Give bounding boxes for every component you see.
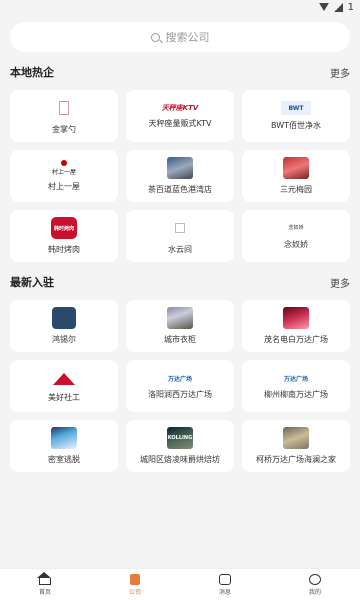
company-card[interactable]: 念奴娇 念奴娇 <box>242 210 350 262</box>
new-company-grid: 鸿锡尔 城市衣柜 茂名电白万达广场 美好社工 万达广场 洛阳涧西万达广场 万达广… <box>0 300 360 472</box>
company-card[interactable]: 茂名电白万达广场 <box>242 300 350 352</box>
bakery-photo: KOLLING <box>167 427 193 449</box>
more-link[interactable]: 更多 <box>330 65 350 80</box>
jinzhangshao-logo <box>59 101 69 115</box>
company-name: 美好社工 <box>48 393 80 402</box>
tab-home[interactable]: 首页 <box>0 569 90 600</box>
company-name: 天秤座量贩式KTV <box>148 119 212 128</box>
tab-messages[interactable]: 消息 <box>180 569 270 600</box>
cunshang-logo: 村上一屋 <box>52 160 76 176</box>
local-company-grid: 金掌勺 天秤座KTV 天秤座量贩式KTV BWT BWT佰世净水 村上一屋 村上… <box>0 90 360 262</box>
wanda-logo: 万达广场 <box>167 375 192 383</box>
company-name: 鸿锡尔 <box>52 335 76 344</box>
bwt-logo: BWT <box>281 101 311 115</box>
status-bar: 1 <box>0 0 360 14</box>
company-card[interactable]: 金掌勺 <box>10 90 118 142</box>
tab-company[interactable]: 公司 <box>90 569 180 600</box>
company-card[interactable]: KOLLING 城阳区烙凌味爵烘焙坊 <box>126 420 234 472</box>
tab-label: 消息 <box>218 588 231 596</box>
company-card[interactable]: 柯桥万达广场海澜之家 <box>242 420 350 472</box>
hongxier-logo <box>52 307 76 329</box>
company-name: 金掌勺 <box>52 125 76 134</box>
chengshi-photo <box>167 307 193 329</box>
section-title: 最新入驻 <box>10 276 54 289</box>
person-icon <box>309 573 321 585</box>
sanyuan-photo <box>283 157 309 179</box>
niannujiao-logo: 念奴娇 <box>288 225 304 231</box>
company-name: 柳州柳南万达广场 <box>264 390 328 399</box>
company-card[interactable]: 万达广场 洛阳涧西万达广场 <box>126 360 234 412</box>
company-card[interactable]: 天秤座KTV 天秤座量贩式KTV <box>126 90 234 142</box>
shuiyunjian-logo <box>175 223 185 233</box>
company-card[interactable]: BWT BWT佰世净水 <box>242 90 350 142</box>
company-name: 念奴娇 <box>284 240 308 249</box>
signal-icon <box>333 2 343 12</box>
search-icon <box>150 32 160 42</box>
wanda-logo: 万达广场 <box>283 375 308 383</box>
company-icon <box>130 573 140 585</box>
company-card[interactable]: 村上一屋 村上一屋 <box>10 150 118 202</box>
company-name: BWT佰世净水 <box>271 121 321 130</box>
search-placeholder: 搜索公司 <box>165 31 210 44</box>
company-name: 水云间 <box>168 245 192 254</box>
wifi-icon <box>318 3 329 11</box>
chabaidao-photo <box>167 157 193 179</box>
new-section-header: 最新入驻 更多 <box>0 274 360 290</box>
company-card[interactable]: 三元梅园 <box>242 150 350 202</box>
more-link[interactable]: 更多 <box>330 275 350 290</box>
company-name: 密室逃脱 <box>48 455 80 464</box>
company-name: 城市衣柜 <box>164 335 196 344</box>
company-name: 韩时烤肉 <box>48 245 80 254</box>
bottom-tab-bar: 首页 公司 消息 我的 <box>0 568 360 600</box>
company-card[interactable]: 城市衣柜 <box>126 300 234 352</box>
home-icon <box>37 571 51 585</box>
company-name: 城阳区烙凌味爵烘焙坊 <box>140 455 220 464</box>
company-card[interactable]: 水云间 <box>126 210 234 262</box>
company-name: 村上一屋 <box>48 182 80 191</box>
heilan-photo <box>283 427 309 449</box>
company-card[interactable]: 韩时烤肉 韩时烤肉 <box>10 210 118 262</box>
company-name: 茂名电白万达广场 <box>264 335 328 344</box>
hanshi-logo: 韩时烤肉 <box>51 217 77 239</box>
meihao-logo <box>51 369 77 387</box>
company-card[interactable]: 密室逃脱 <box>10 420 118 472</box>
status-text: 1 <box>347 1 354 13</box>
maoming-photo <box>283 307 309 329</box>
chat-icon <box>219 573 231 585</box>
company-card[interactable]: 美好社工 <box>10 360 118 412</box>
company-card[interactable]: 鸿锡尔 <box>10 300 118 352</box>
company-name: 柯桥万达广场海澜之家 <box>256 455 336 464</box>
mishi-photo <box>51 427 77 449</box>
section-title: 本地热企 <box>10 66 54 79</box>
company-name: 三元梅园 <box>280 185 312 194</box>
ktv-logo: 天秤座KTV <box>161 104 199 112</box>
company-name: 洛阳涧西万达广场 <box>148 390 212 399</box>
search-input[interactable]: 搜索公司 <box>10 22 350 52</box>
tab-label: 我的 <box>308 588 321 596</box>
tab-label: 公司 <box>128 588 141 596</box>
company-name: 茶百道蓝色港湾店 <box>148 185 212 194</box>
company-card[interactable]: 茶百道蓝色港湾店 <box>126 150 234 202</box>
local-section-header: 本地热企 更多 <box>0 64 360 80</box>
tab-label: 首页 <box>38 588 51 596</box>
company-card[interactable]: 万达广场 柳州柳南万达广场 <box>242 360 350 412</box>
tab-profile[interactable]: 我的 <box>270 569 360 600</box>
